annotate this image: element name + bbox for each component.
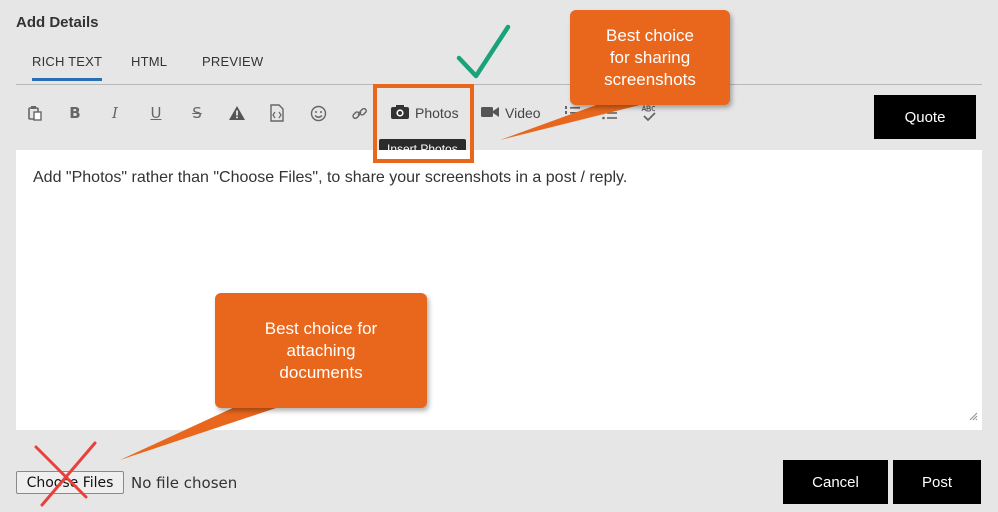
video-label: Video [505, 105, 541, 121]
choose-files-button[interactable]: Choose Files [16, 471, 124, 494]
clipboard-icon[interactable] [22, 101, 48, 125]
code-icon[interactable] [264, 101, 290, 125]
video-camera-icon [480, 105, 500, 122]
quote-button[interactable]: Quote [874, 95, 976, 139]
editor-text: Add "Photos" rather than "Choose Files",… [33, 169, 628, 186]
page-title: Add Details [16, 14, 99, 31]
insert-video-button[interactable]: Video [480, 101, 541, 125]
screenshots-callout: Best choice for sharing screenshots [570, 10, 730, 105]
callout-line: Best choice [606, 25, 694, 45]
link-icon[interactable] [346, 101, 372, 125]
post-button[interactable]: Post [893, 460, 981, 504]
message-editor[interactable]: Add "Photos" rather than "Choose Files",… [16, 150, 982, 430]
photos-highlight-box [373, 84, 474, 163]
warning-icon[interactable] [224, 101, 250, 125]
documents-callout: Best choice for attaching documents [215, 293, 427, 408]
callout-line: for sharing [609, 47, 691, 67]
resize-handle-icon[interactable] [968, 408, 978, 426]
tab-html[interactable]: HTML [131, 54, 167, 69]
tab-rich-text[interactable]: RICH TEXT [32, 54, 103, 81]
callout-line: attaching [286, 340, 356, 360]
underline-icon[interactable]: U [143, 101, 169, 125]
callout-line: screenshots [604, 69, 696, 89]
cancel-button[interactable]: Cancel [783, 460, 888, 504]
bold-icon[interactable]: B [62, 101, 88, 125]
callout-line: Best choice for [264, 318, 378, 338]
tab-preview[interactable]: PREVIEW [202, 54, 263, 69]
callout-line: documents [279, 362, 363, 382]
emoji-icon[interactable] [305, 101, 331, 125]
editor-tabs: RICH TEXT HTML PREVIEW [16, 48, 982, 85]
italic-icon[interactable]: I [102, 101, 128, 125]
strikethrough-icon[interactable]: S [184, 101, 210, 125]
file-status: No file chosen [131, 474, 238, 492]
